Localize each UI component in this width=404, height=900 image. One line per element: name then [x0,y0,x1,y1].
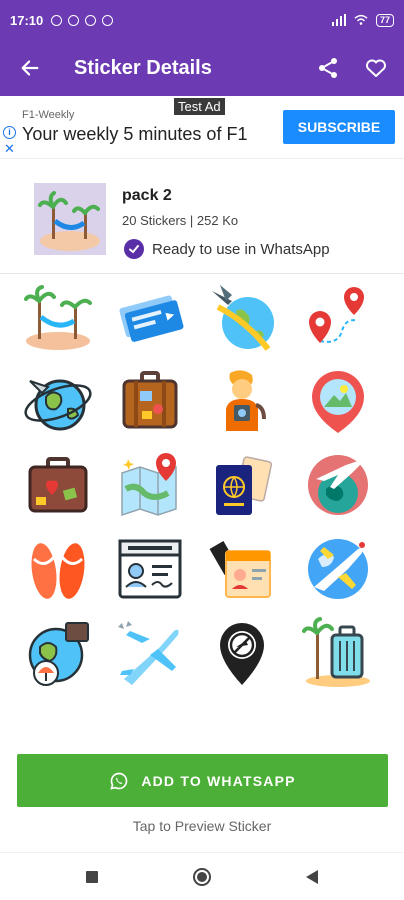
no-map-pin-icon [220,623,264,685]
sticker-20[interactable] [296,612,380,694]
messenger-icon [85,14,97,26]
suitcase-icon [122,371,178,429]
sticker-7[interactable] [200,360,284,442]
traveler-icon [226,370,266,431]
share-button[interactable] [306,40,350,96]
globe-plane-icon [24,379,92,431]
sticker-4[interactable] [296,276,380,358]
arrow-left-icon [21,60,39,76]
circle-icon [193,867,211,886]
heart-outline-icon [366,59,386,77]
sticker-11[interactable] [200,444,284,526]
back-nav-button[interactable] [292,857,332,897]
pack-name: pack 2 [122,187,172,204]
sticker-12[interactable] [296,444,380,526]
route-pins-icon [309,287,364,343]
id-ticket-icon [209,541,271,598]
globe-plane-circle-icon [308,455,368,515]
ad-info-icon[interactable]: i [3,126,16,139]
sticker-1[interactable] [16,276,100,358]
reddit-icon [102,14,114,26]
wifi-icon [354,14,368,25]
subscribe-button[interactable]: SUBSCRIBE [283,110,395,144]
ad-headline[interactable]: Your weekly 5 minutes of F1 [22,124,247,145]
sticker-2[interactable] [108,276,192,358]
app-bar: Sticker Details [0,40,404,96]
recents-button[interactable] [72,857,112,897]
battery-indicator: 77 [375,13,394,27]
home-button[interactable] [182,857,222,897]
luggage-bag-icon [28,457,88,513]
page-title: Sticker Details [74,56,212,79]
ad-close-icon[interactable]: ✕ [4,142,15,155]
passport-card-icon [118,539,182,599]
triangle-back-icon [306,869,318,884]
beach-luggage-icon [302,617,370,687]
share-icon [319,58,337,78]
sticker-16[interactable] [296,528,380,610]
signal-icon [331,14,346,26]
sticker-6[interactable] [108,360,192,442]
ad-brand: F1-Weekly [22,109,75,121]
add-to-whatsapp-button[interactable]: ADD TO WHATSAPP [17,754,388,807]
plane-globe-round-icon [308,539,368,599]
whatsapp-icon [110,772,128,790]
status-bar: 17:10 77 [0,0,404,40]
globe-luggage-icon [28,622,89,686]
ready-status: Ready to use in WhatsApp [124,239,330,259]
plane-tickets-icon [119,295,184,342]
sticker-14[interactable] [108,528,192,610]
headset-icon [68,14,80,26]
test-ad-badge: Test Ad [174,98,225,115]
preview-hint: Tap to Preview Sticker [132,818,272,834]
ready-status-label: Ready to use in WhatsApp [152,240,330,258]
beach-hammock-icon [24,285,92,350]
pack-header: pack 2 20 Stickers | 252 Ko Ready to use… [0,158,404,274]
plane-globe-icon [212,285,274,351]
beach-hammock-icon [38,191,100,251]
back-button[interactable] [0,40,60,96]
flip-flops-icon [31,543,85,599]
sticker-3[interactable] [200,276,284,358]
system-nav-bar [0,852,404,900]
sticker-9[interactable] [16,444,100,526]
sticker-5[interactable] [16,360,100,442]
passport-tickets-icon [216,456,273,515]
sticker-10[interactable] [108,444,192,526]
square-icon [86,870,98,883]
alarm-icon [51,14,63,26]
sticker-13[interactable] [16,528,100,610]
sticker-8[interactable] [296,360,380,442]
notification-icons [51,14,114,26]
sticker-18[interactable] [108,612,192,694]
sticker-15[interactable] [200,528,284,610]
favorite-button[interactable] [354,40,398,96]
status-time: 17:10 [10,12,44,28]
location-pin-photo-icon [312,371,364,433]
check-circle-icon [124,239,144,259]
ad-banner[interactable]: Test Ad F1-Weekly i ✕ Your weekly 5 minu… [0,96,404,158]
sticker-19[interactable] [200,612,284,694]
pack-tray-image [34,183,106,255]
airplane-icon [118,621,179,685]
add-to-whatsapp-label: ADD TO WHATSAPP [141,772,296,789]
map-pin-icon [121,453,177,517]
pack-meta: 20 Stickers | 252 Ko [122,213,239,228]
sticker-17[interactable] [16,612,100,694]
